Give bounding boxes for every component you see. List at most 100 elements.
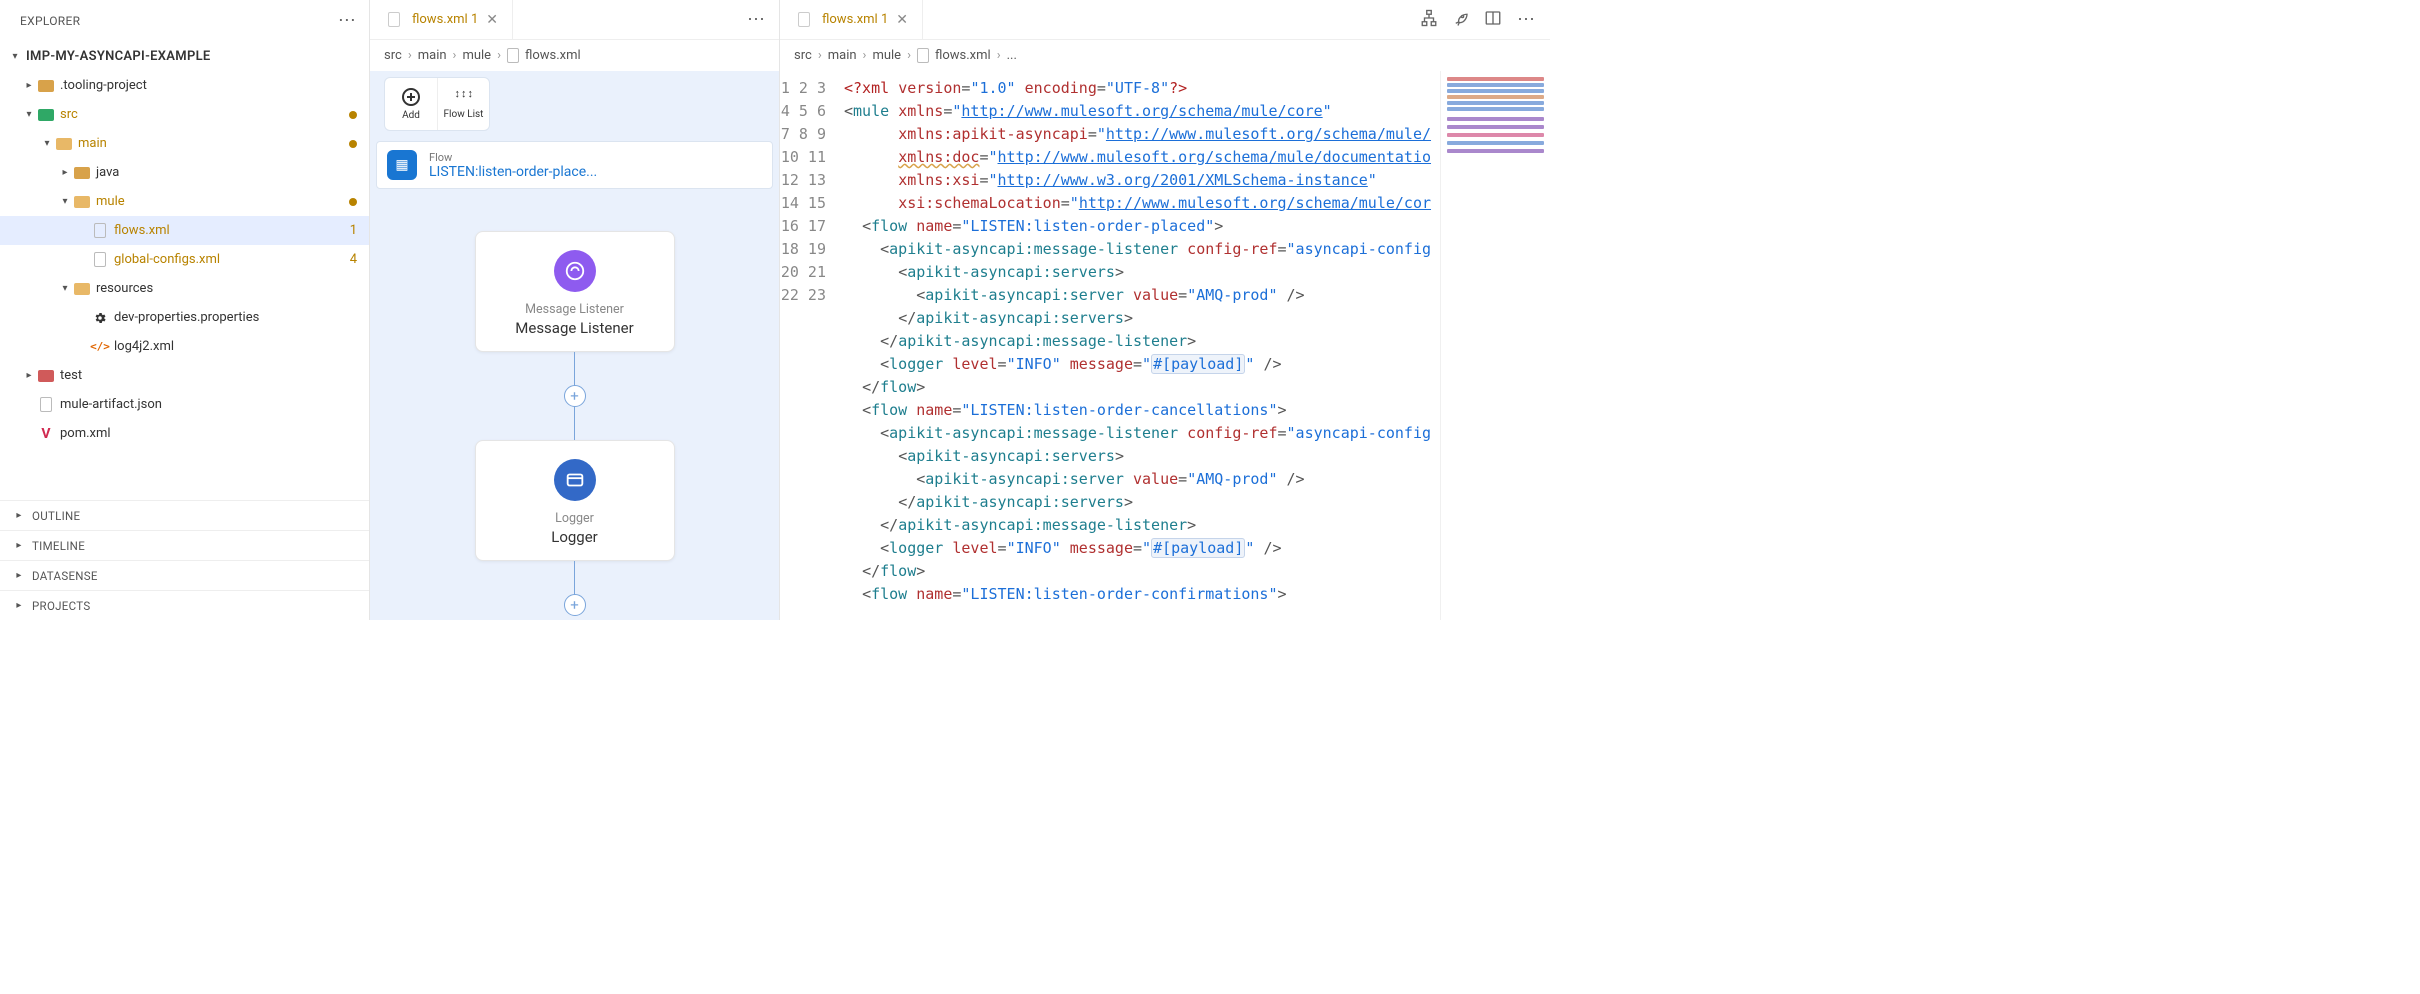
tree-item-tooling[interactable]: ▸ .tooling-project: [0, 71, 369, 100]
tree-label: pom.xml: [60, 426, 111, 441]
design-toolbar: Add Flow List: [384, 77, 490, 131]
section-label: OUTLINE: [32, 509, 80, 523]
crumb-file[interactable]: flows.xml: [917, 48, 991, 63]
tree-label: log4j2.xml: [114, 339, 174, 354]
tree-item-devprops[interactable]: ▸ dev-properties.properties: [0, 303, 369, 332]
add-button[interactable]: Add: [385, 78, 437, 130]
component-kind: Logger: [488, 511, 662, 526]
logger-icon: [554, 459, 596, 501]
xml-icon: </>: [90, 340, 110, 353]
add-component-button[interactable]: +: [564, 385, 586, 407]
tree-item-test[interactable]: ▸ test: [0, 361, 369, 390]
tree-label: dev-properties.properties: [114, 310, 259, 325]
chevron-right-icon: ›: [997, 48, 1001, 63]
file-icon: [917, 48, 929, 63]
component-title: Message Listener: [488, 319, 662, 337]
flow-list-button[interactable]: Flow List: [437, 78, 489, 130]
rocket-icon[interactable]: [1452, 9, 1470, 31]
design-more-icon[interactable]: ⋯: [733, 9, 779, 30]
tree-item-main[interactable]: ▾ main: [0, 129, 369, 158]
tree-item-mule-artifact[interactable]: ▸ mule-artifact.json: [0, 390, 369, 419]
tree-item-mule[interactable]: ▾ mule: [0, 187, 369, 216]
flow-canvas[interactable]: Message Listener Message Listener + Logg…: [370, 211, 779, 620]
crumb[interactable]: ...: [1007, 48, 1017, 63]
tab-title: flows.xml 1: [412, 12, 478, 27]
crumb[interactable]: mule: [462, 48, 491, 63]
file-icon: [90, 252, 110, 267]
component-logger[interactable]: Logger Logger: [475, 440, 675, 561]
chevron-right-icon: ›: [408, 48, 412, 63]
tree-item-pom[interactable]: ▸ V pom.xml: [0, 419, 369, 448]
tree-item-src[interactable]: ▾ src: [0, 100, 369, 129]
section-timeline[interactable]: ▸TIMELINE: [0, 530, 369, 560]
chevron-right-icon: ▸: [12, 600, 26, 611]
plus-circle-icon: [402, 88, 420, 106]
flow-header-node[interactable]: ▦ Flow LISTEN:listen-order-place...: [376, 141, 773, 189]
tree-item-flows-xml[interactable]: ▸ flows.xml 1: [0, 216, 369, 245]
add-component-button[interactable]: +: [564, 594, 586, 616]
crumb[interactable]: main: [418, 48, 447, 63]
tree-item-log4j2[interactable]: ▸ </> log4j2.xml: [0, 332, 369, 361]
explorer-more-icon[interactable]: ⋯: [337, 12, 357, 30]
section-outline[interactable]: ▸OUTLINE: [0, 500, 369, 530]
crumb[interactable]: main: [828, 48, 857, 63]
folder-icon: [36, 109, 56, 121]
chevron-right-icon: ▸: [22, 80, 36, 91]
tree-label: flows.xml: [114, 223, 170, 238]
tab-flows-code[interactable]: flows.xml 1 ✕: [780, 0, 923, 40]
file-icon: [90, 223, 110, 238]
editor-tabbar: flows.xml 1 ✕ ⋯: [780, 0, 1550, 40]
chevron-down-icon: ▾: [22, 109, 36, 120]
tree-item-resources[interactable]: ▾ resources: [0, 274, 369, 303]
crumb[interactable]: mule: [872, 48, 901, 63]
tree-label: mule: [96, 194, 125, 209]
section-projects[interactable]: ▸PROJECTS: [0, 590, 369, 620]
chevron-right-icon: ›: [453, 48, 457, 63]
tree-item-java[interactable]: ▸ java: [0, 158, 369, 187]
component-title: Logger: [488, 528, 662, 546]
minimap[interactable]: [1440, 71, 1550, 620]
chevron-down-icon: ▾: [40, 138, 54, 149]
tab-flows-design[interactable]: flows.xml 1 ✕: [370, 0, 513, 40]
crumb-file[interactable]: flows.xml: [507, 48, 581, 63]
crumb[interactable]: src: [794, 48, 812, 63]
editor-more-icon[interactable]: ⋯: [1516, 11, 1536, 29]
chevron-right-icon: ▸: [58, 167, 72, 178]
editor-breadcrumbs[interactable]: src› main› mule› flows.xml› ...: [780, 40, 1550, 71]
file-tree: ▾ IMP-MY-ASYNCAPI-EXAMPLE ▸ .tooling-pro…: [0, 42, 369, 500]
toolbar-label: Add: [402, 110, 420, 121]
code-content[interactable]: <?xml version="1.0" encoding="UTF-8"?> <…: [838, 71, 1440, 620]
gear-icon: [90, 311, 110, 325]
sidebar-sections: ▸OUTLINE ▸TIMELINE ▸DATASENSE ▸PROJECTS: [0, 500, 369, 620]
hierarchy-icon[interactable]: [1420, 9, 1438, 31]
split-editor-icon[interactable]: [1484, 9, 1502, 31]
modified-badge-icon: [349, 140, 357, 148]
section-label: TIMELINE: [32, 539, 85, 553]
explorer-header: EXPLORER ⋯: [0, 0, 369, 42]
design-breadcrumbs[interactable]: src› main› mule› flows.xml: [370, 40, 779, 71]
section-label: DATASENSE: [32, 569, 98, 583]
tree-item-global-configs[interactable]: ▸ global-configs.xml 4: [0, 245, 369, 274]
chevron-right-icon: ›: [818, 48, 822, 63]
close-icon[interactable]: ✕: [896, 12, 908, 28]
line-gutter: 1 2 3 4 5 6 7 8 9 10 11 12 13 14 15 16 1…: [780, 71, 838, 620]
chevron-down-icon: ▾: [58, 283, 72, 294]
crumb[interactable]: src: [384, 48, 402, 63]
project-root-row[interactable]: ▾ IMP-MY-ASYNCAPI-EXAMPLE: [0, 42, 369, 71]
code-area[interactable]: 1 2 3 4 5 6 7 8 9 10 11 12 13 14 15 16 1…: [780, 71, 1550, 620]
tree-label: mule-artifact.json: [60, 397, 162, 412]
section-datasense[interactable]: ▸DATASENSE: [0, 560, 369, 590]
tree-label: .tooling-project: [60, 78, 147, 93]
problems-count: 1: [350, 223, 357, 238]
flow-node-kind: Flow: [429, 151, 597, 164]
tree-label: src: [60, 107, 78, 122]
component-message-listener[interactable]: Message Listener Message Listener: [475, 231, 675, 352]
problems-count: 4: [350, 252, 357, 267]
chevron-right-icon: ›: [863, 48, 867, 63]
modified-badge-icon: [349, 198, 357, 206]
sliders-icon: [455, 89, 473, 105]
project-name: IMP-MY-ASYNCAPI-EXAMPLE: [26, 49, 211, 64]
toolbar-label: Flow List: [444, 109, 484, 120]
flow-node-icon: ▦: [387, 150, 417, 180]
close-icon[interactable]: ✕: [486, 12, 498, 28]
